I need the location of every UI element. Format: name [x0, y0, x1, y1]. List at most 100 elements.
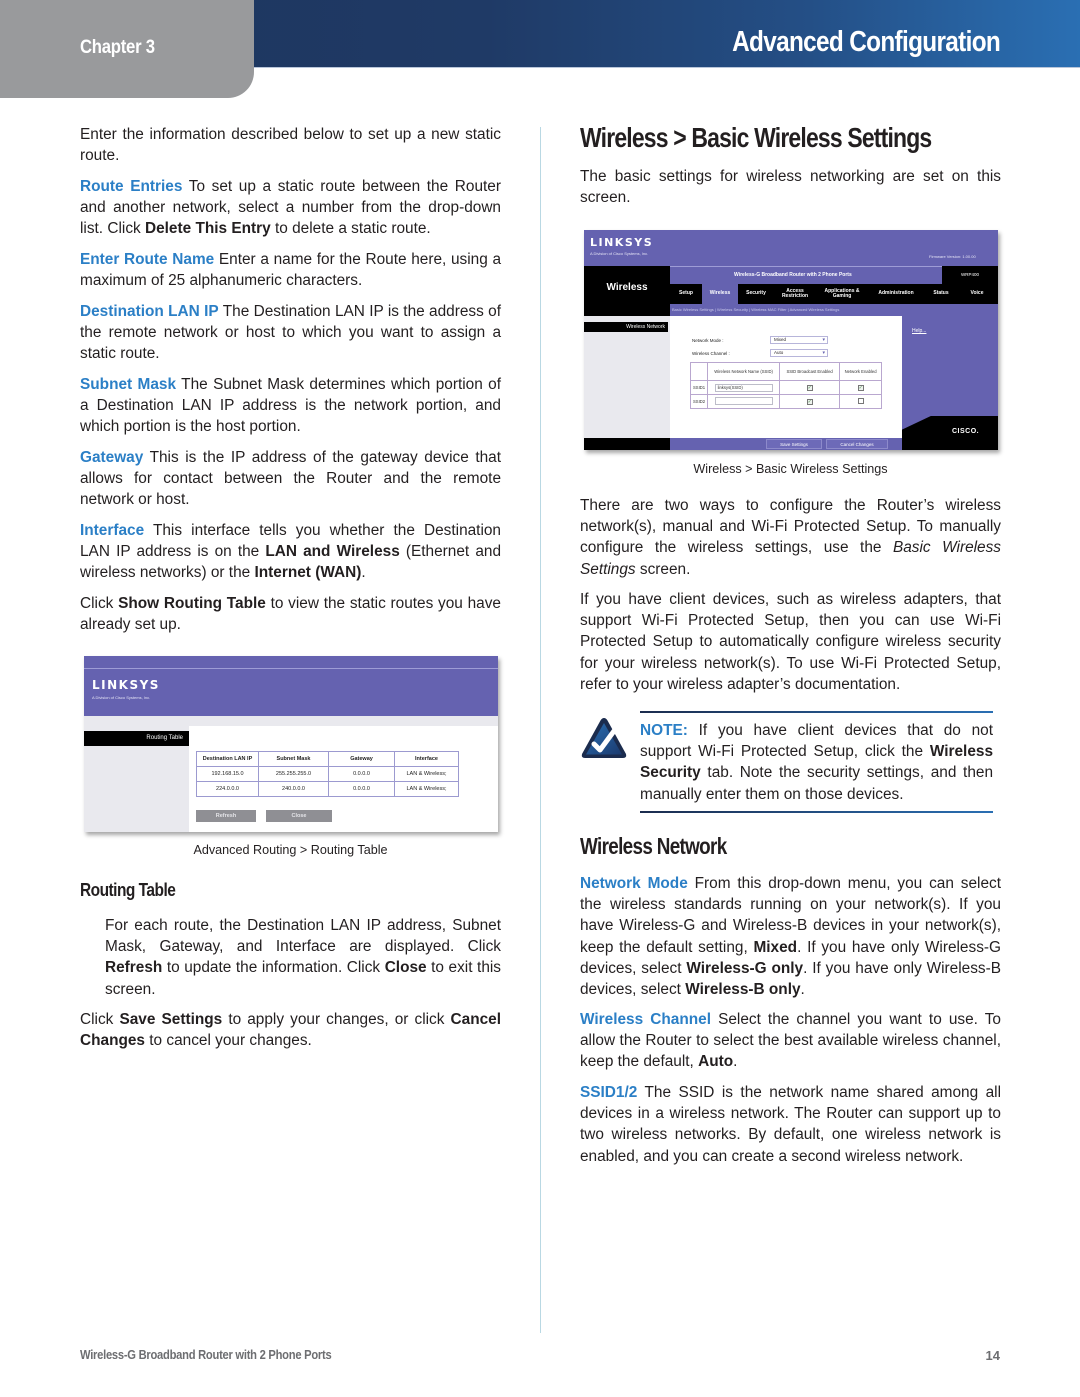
- subsection-label: Wireless Network: [584, 322, 668, 332]
- cell: [707, 394, 781, 409]
- network-mode-paragraph: Network Mode From this drop-down menu, y…: [580, 875, 1001, 999]
- term-gateway: Gateway: [80, 449, 144, 466]
- wireless-network-heading: Wireless Network: [580, 833, 727, 859]
- gateway-paragraph: Gateway This is the IP address of the ga…: [80, 449, 501, 509]
- intro-paragraph: Enter the information described below to…: [80, 126, 501, 165]
- column-divider: [540, 127, 541, 1333]
- tab-wireless[interactable]: Wireless: [702, 284, 738, 304]
- wireless-subnav[interactable]: Basic Wireless Settings | Wireless Secur…: [670, 304, 998, 316]
- cell: 255.255.255.0: [258, 766, 329, 782]
- term-destination-lan-ip: Destination LAN IP: [80, 303, 219, 320]
- wireless-caption: Wireless > Basic Wireless Settings: [693, 462, 888, 476]
- linksys-logo-subtitle: A Division of Cisco Systems, Inc.: [92, 695, 151, 700]
- table-row: SSID1 linksys(SSID) ✓ ✓: [689, 380, 883, 395]
- term-subnet-mask: Subnet Mask: [80, 376, 177, 393]
- refresh-button[interactable]: Refresh: [196, 810, 256, 822]
- col-subnet-mask: Subnet Mask: [258, 751, 329, 767]
- model-number: WRP400: [942, 266, 998, 284]
- banner-rule: [84, 668, 498, 669]
- cell: 240.0.0.0: [258, 781, 329, 797]
- note-bottom-rule: [640, 811, 993, 813]
- interface-paragraph: Interface This interface tells you wheth…: [80, 522, 501, 582]
- cell: 192.168.15.0: [196, 766, 259, 782]
- banner-gap: [84, 716, 498, 726]
- ssid1-enabled-checkbox[interactable]: ✓: [857, 384, 864, 391]
- routing-sidebar-label: Routing Table: [84, 731, 189, 746]
- ssid1-broadcast-checkbox[interactable]: ✓: [806, 384, 813, 391]
- section-title: Wireless > Basic Wireless Settings: [580, 122, 932, 153]
- linksys-logo: LINKSYS: [92, 678, 160, 692]
- save-settings-button[interactable]: Save Settings: [766, 439, 822, 449]
- routing-table: Destination LAN IP Subnet Mask Gateway I…: [196, 751, 459, 797]
- col-destination: Destination LAN IP: [196, 751, 259, 767]
- subnet-mask-paragraph: Subnet Mask The Subnet Mask determines w…: [80, 376, 501, 436]
- tab-administration[interactable]: Administration: [868, 284, 924, 304]
- col-gateway: Gateway: [328, 751, 395, 767]
- header-rule: [250, 67, 1080, 68]
- routing-table-header: Destination LAN IP Subnet Mask Gateway I…: [196, 751, 459, 767]
- client-devices-paragraph: If you have client devices, such as wire…: [580, 591, 1001, 693]
- routing-table-heading: Routing Table: [80, 880, 176, 900]
- product-name: Wireless-G Broadband Router with 2 Phone…: [734, 272, 852, 278]
- ssid1-name-input[interactable]: linksys(SSID): [714, 383, 773, 392]
- col-ssid-broadcast: SSID Broadcast Enabled: [779, 362, 841, 381]
- network-mode-select[interactable]: Mixed: [770, 336, 828, 344]
- cell: LAN & Wireless;: [394, 766, 459, 782]
- routing-table-description: For each route, the Destination LAN IP a…: [105, 917, 501, 998]
- ssid2-broadcast-checkbox[interactable]: ✓: [806, 398, 813, 405]
- save-settings-paragraph: Click Save Settings to apply your change…: [80, 1011, 502, 1050]
- close-button[interactable]: Close: [266, 810, 332, 822]
- cell: 0.0.0.0: [328, 766, 395, 782]
- note-label: NOTE:: [640, 722, 688, 739]
- table-row: SSID2 ✓: [689, 394, 883, 409]
- chapter-label: Chapter 3: [80, 37, 155, 58]
- destination-lan-ip-paragraph: Destination LAN IP The Destination LAN I…: [80, 303, 501, 363]
- ssid2-name-input[interactable]: [714, 397, 773, 405]
- wireless-channel-select[interactable]: Auto: [770, 349, 828, 357]
- term-ssid: SSID1/2: [580, 1084, 638, 1101]
- wireless-channel-label: Wireless Channel :: [692, 351, 730, 356]
- table-row: 192.168.15.0 255.255.255.0 0.0.0.0 LAN &…: [196, 766, 459, 782]
- col-ssid-name: Wireless Network Name (SSID): [707, 362, 781, 381]
- term-interface: Interface: [80, 522, 145, 539]
- tab-status[interactable]: Status: [926, 284, 956, 304]
- cell: 0.0.0.0: [328, 781, 395, 797]
- page-number: 14: [985, 1348, 1000, 1363]
- table-row: 224.0.0.0 240.0.0.0 0.0.0.0 LAN & Wirele…: [196, 781, 459, 797]
- cancel-changes-button[interactable]: Cancel Changes: [826, 439, 888, 449]
- tab-security[interactable]: Security: [740, 284, 772, 304]
- ssid1-label: SSID1: [689, 380, 709, 395]
- tab-applications-gaming[interactable]: Applications & Gaming: [818, 284, 866, 304]
- linksys-logo-subtitle: A Division of Cisco Systems, Inc.: [590, 251, 649, 256]
- linksys-logo: LINKSYS: [590, 236, 654, 249]
- cell: ✓: [839, 380, 883, 395]
- two-ways-paragraph: There are two ways to configure the Rout…: [580, 497, 1001, 578]
- footer-product-name: Wireless-G Broadband Router with 2 Phone…: [80, 1347, 332, 1362]
- tab-voice[interactable]: Voice: [960, 284, 994, 304]
- header-title: Advanced Configuration: [731, 26, 1001, 58]
- term-route-entries: Route Entries: [80, 178, 183, 195]
- routing-table-screenshot: LINKSYS A Division of Cisco Systems, Inc…: [84, 656, 498, 832]
- ssid-table-header: Wireless Network Name (SSID) SSID Broadc…: [689, 362, 883, 381]
- cisco-logo: CISCO.: [952, 428, 980, 435]
- ssid2-enabled-checkbox[interactable]: [857, 398, 864, 404]
- wireless-channel-paragraph: Wireless Channel Select the channel you …: [580, 1011, 1001, 1071]
- cell: ✓: [779, 380, 841, 395]
- wireless-settings-screenshot: LINKSYS A Division of Cisco Systems, Inc…: [584, 230, 998, 450]
- section-label: Wireless: [606, 282, 648, 293]
- ssid-paragraph: SSID1/2 The SSID is the network name sha…: [580, 1084, 1001, 1165]
- routing-table-caption: Advanced Routing > Routing Table: [193, 843, 388, 857]
- checkmark-triangle-icon: [581, 718, 627, 758]
- tab-setup[interactable]: Setup: [672, 284, 700, 304]
- col-ssid-label: [689, 362, 709, 381]
- cell: [839, 394, 883, 409]
- route-entries-paragraph: Route Entries To set up a static route b…: [80, 178, 501, 238]
- body-sidebar: [584, 316, 670, 438]
- firmware-version: Firmware Version: 1.00.00: [929, 254, 976, 259]
- col-network-enabled: Network Enabled: [839, 362, 883, 381]
- help-link[interactable]: Help...: [912, 328, 926, 334]
- cell: 224.0.0.0: [196, 781, 259, 797]
- network-mode-label: Network Mode :: [692, 338, 724, 343]
- tab-access-restriction[interactable]: Access Restriction: [774, 284, 816, 304]
- ssid-table: Wireless Network Name (SSID) SSID Broadc…: [689, 362, 883, 409]
